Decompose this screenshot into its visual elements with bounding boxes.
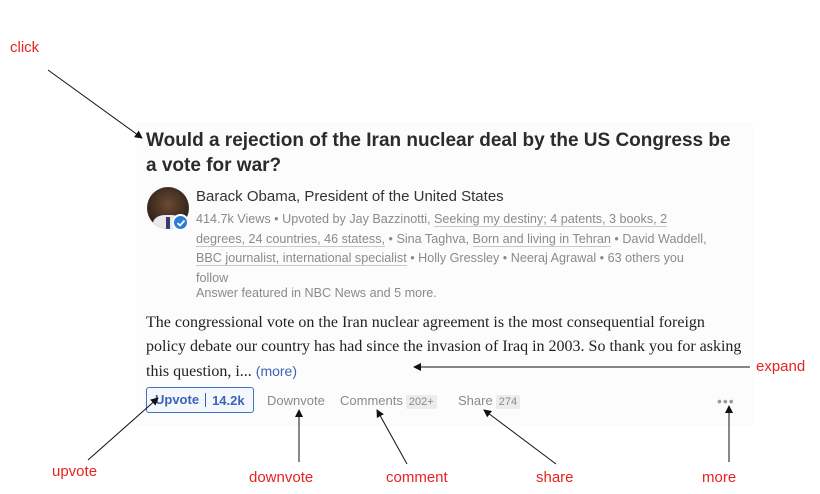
arrow-share (483, 409, 557, 465)
arrow-click (47, 69, 143, 139)
arrow-upvote (87, 397, 159, 461)
annotation-arrows (47, 69, 750, 465)
arrow-comment (376, 409, 408, 465)
